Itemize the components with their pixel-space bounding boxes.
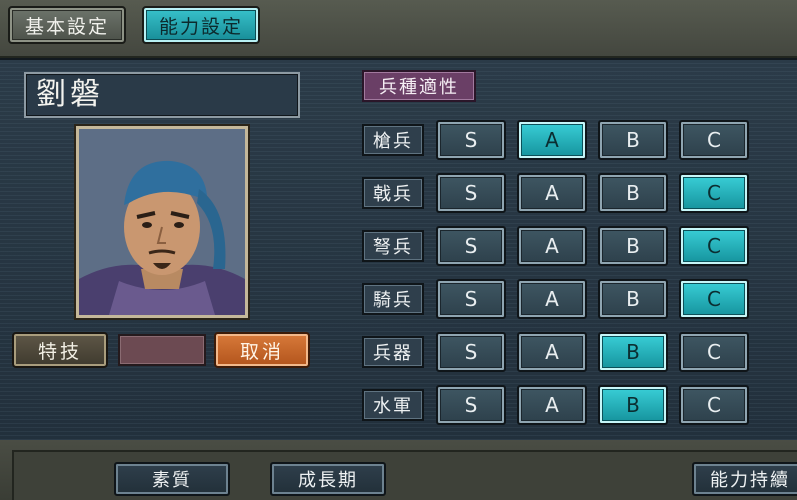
grade-a-button[interactable]: A	[517, 332, 587, 372]
grade-a-button[interactable]: A	[517, 226, 587, 266]
portrait-image	[79, 129, 245, 315]
unit-label: 戟兵	[362, 177, 424, 209]
quality-button[interactable]: 素質	[114, 462, 230, 496]
cancel-skill-button[interactable]: 取消	[214, 332, 310, 368]
unit-label: 兵器	[362, 336, 424, 368]
grade-a-button[interactable]: A	[517, 173, 587, 213]
grade-c-button[interactable]: C	[679, 226, 749, 266]
grade-a-button[interactable]: A	[517, 279, 587, 319]
unit-label: 騎兵	[362, 283, 424, 315]
grade-b-button[interactable]: B	[598, 385, 668, 425]
grade-a-button[interactable]: A	[517, 385, 587, 425]
skill-button[interactable]: 特技	[12, 332, 108, 368]
grade-s-button[interactable]: S	[436, 279, 506, 319]
tab-basic-settings[interactable]: 基本設定	[8, 6, 126, 44]
unit-label: 弩兵	[362, 230, 424, 262]
grade-b-button[interactable]: B	[598, 226, 668, 266]
tab-ability-settings[interactable]: 能力設定	[142, 6, 260, 44]
officer-name-field[interactable]: 劉磐	[24, 72, 300, 118]
unit-label: 槍兵	[362, 124, 424, 156]
unit-row: 戟兵 S A B C	[362, 173, 782, 213]
unit-row: 騎兵 S A B C	[362, 279, 782, 319]
grade-s-button[interactable]: S	[436, 226, 506, 266]
unit-aptitude-header: 兵種適性	[362, 70, 476, 102]
grade-s-button[interactable]: S	[436, 332, 506, 372]
grade-c-button[interactable]: C	[679, 173, 749, 213]
grade-s-button[interactable]: S	[436, 120, 506, 160]
grade-b-button[interactable]: B	[598, 279, 668, 319]
grade-s-button[interactable]: S	[436, 385, 506, 425]
grade-c-button[interactable]: C	[679, 120, 749, 160]
unit-row: 槍兵 S A B C	[362, 120, 782, 160]
grade-a-button[interactable]: A	[517, 120, 587, 160]
game-screen: 基本設定 能力設定 劉磐 特技 取消 兵種適性 槍兵 S A B C 戟兵 S A B C 弩兵 S A…	[0, 0, 797, 500]
officer-portrait[interactable]	[76, 126, 248, 318]
growth-period-button[interactable]: 成長期	[270, 462, 386, 496]
skill-value-field[interactable]	[118, 334, 206, 366]
unit-row: 兵器 S A B C	[362, 332, 782, 372]
grade-b-button[interactable]: B	[598, 332, 668, 372]
unit-row: 水軍 S A B C	[362, 385, 782, 425]
unit-label: 水軍	[362, 389, 424, 421]
grade-b-button[interactable]: B	[598, 120, 668, 160]
grade-c-button[interactable]: C	[679, 385, 749, 425]
grade-b-button[interactable]: B	[598, 173, 668, 213]
ability-duration-button[interactable]: 能力持續	[692, 462, 797, 496]
grade-c-button[interactable]: C	[679, 279, 749, 319]
unit-row: 弩兵 S A B C	[362, 226, 782, 266]
grade-c-button[interactable]: C	[679, 332, 749, 372]
grade-s-button[interactable]: S	[436, 173, 506, 213]
